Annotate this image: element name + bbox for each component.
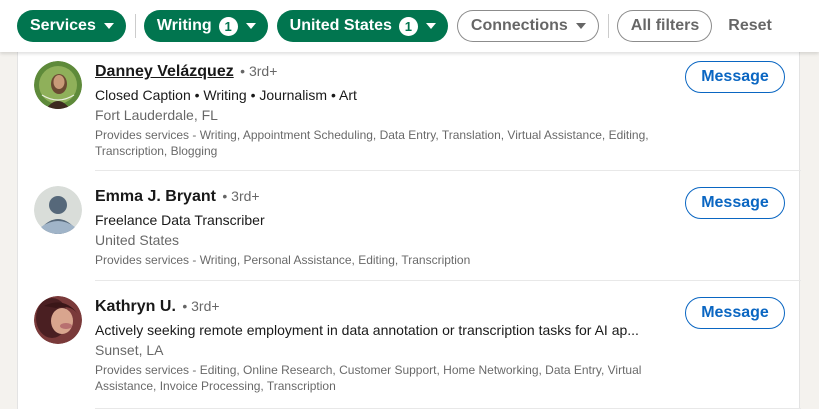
result-info: Kathryn U. • 3rd+ Actively seeking remot…: [95, 296, 661, 394]
connections-filter-label: Connections: [470, 17, 568, 34]
profile-location: United States: [95, 232, 180, 248]
name-line: Kathryn U. • 3rd+: [95, 296, 661, 317]
caret-down-icon: [425, 23, 436, 29]
search-results-list: Danney Velázquez • 3rd+ Closed Caption •…: [17, 52, 801, 409]
profile-location: Fort Lauderdale, FL: [95, 107, 218, 123]
reset-button[interactable]: Reset: [728, 17, 772, 35]
name-line: Danney Velázquez • 3rd+: [95, 61, 661, 82]
profile-name-link[interactable]: Kathryn U.: [95, 298, 176, 315]
services-filter-button[interactable]: Services: [17, 10, 126, 42]
avatar[interactable]: [34, 61, 82, 109]
avatar[interactable]: [34, 296, 82, 344]
profile-location: Sunset, LA: [95, 342, 164, 358]
profile-services: Provides services - Editing, Online Rese…: [95, 363, 642, 393]
list-item: Danney Velázquez • 3rd+ Closed Caption •…: [18, 52, 801, 171]
caret-down-icon: [103, 23, 114, 29]
message-button[interactable]: Message: [685, 187, 785, 219]
list-item: Emma J. Bryant • 3rd+ Freelance Data Tra…: [18, 171, 801, 281]
search-filter-bar: Services Writing 1 United States 1 Conne…: [0, 0, 819, 52]
result-info: Danney Velázquez • 3rd+ Closed Caption •…: [95, 61, 661, 159]
profile-services: Provides services - Writing, Personal As…: [95, 253, 471, 267]
connection-degree: • 3rd+: [182, 298, 220, 314]
avatar[interactable]: [34, 186, 82, 234]
filter-divider: [134, 14, 136, 38]
profile-headline: Freelance Data Transcriber: [95, 212, 265, 228]
message-button[interactable]: Message: [685, 297, 785, 329]
writing-filter-count-badge: 1: [218, 16, 238, 36]
location-filter-button[interactable]: United States 1: [276, 10, 448, 42]
connection-degree: • 3rd+: [240, 63, 278, 79]
profile-headline: Closed Caption • Writing • Journalism • …: [95, 87, 357, 103]
filter-divider: [607, 14, 609, 38]
connection-degree: • 3rd+: [222, 188, 260, 204]
location-filter-label: United States: [289, 17, 392, 34]
caret-down-icon: [245, 23, 256, 29]
writing-filter-button[interactable]: Writing 1: [143, 10, 268, 42]
all-filters-label: All filters: [630, 17, 700, 34]
caret-down-icon: [575, 23, 586, 29]
name-line: Emma J. Bryant • 3rd+: [95, 186, 661, 207]
profile-headline: Actively seeking remote employment in da…: [95, 322, 639, 338]
services-filter-label: Services: [30, 17, 96, 34]
profile-services: Provides services - Writing, Appointment…: [95, 128, 649, 158]
writing-filter-label: Writing: [156, 17, 212, 34]
location-filter-count-badge: 1: [398, 16, 418, 36]
message-button[interactable]: Message: [685, 61, 785, 93]
profile-name-link[interactable]: Emma J. Bryant: [95, 188, 216, 205]
list-item: Kathryn U. • 3rd+ Actively seeking remot…: [18, 281, 801, 409]
all-filters-button[interactable]: All filters: [616, 10, 713, 42]
profile-name-link[interactable]: Danney Velázquez: [95, 63, 234, 80]
result-info: Emma J. Bryant • 3rd+ Freelance Data Tra…: [95, 186, 661, 268]
connections-filter-button[interactable]: Connections: [456, 10, 599, 42]
